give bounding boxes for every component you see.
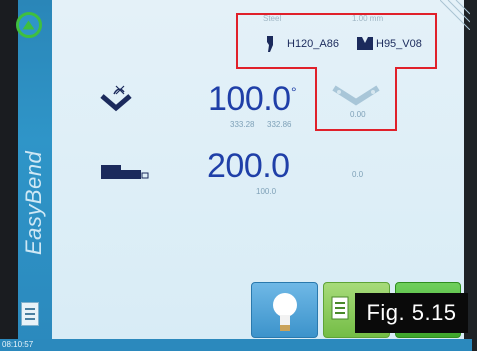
angle-correction-value[interactable]: 0.00 — [350, 110, 366, 119]
figure-caption: Fig. 5.15 — [355, 293, 468, 333]
bend-angle-icon — [100, 85, 132, 112]
backgauge-sub: 100.0 — [256, 187, 277, 196]
backgauge-icon — [101, 165, 149, 179]
backgauge-value[interactable]: 200.0 — [207, 147, 290, 186]
angle-sub-right: 332.86 — [267, 120, 292, 129]
lightbulb-icon — [273, 293, 297, 331]
clock: 08:10:57 — [0, 339, 472, 351]
angle-sub-left: 333.28 — [230, 120, 255, 129]
lamp-button[interactable] — [251, 282, 318, 338]
angle-unit: ° — [291, 84, 297, 100]
angle-value[interactable]: 100.0 — [208, 80, 291, 119]
retract-value[interactable]: 0.0 — [352, 170, 363, 179]
corner-decoration — [440, 0, 470, 30]
angle-correction-icon — [332, 85, 380, 106]
